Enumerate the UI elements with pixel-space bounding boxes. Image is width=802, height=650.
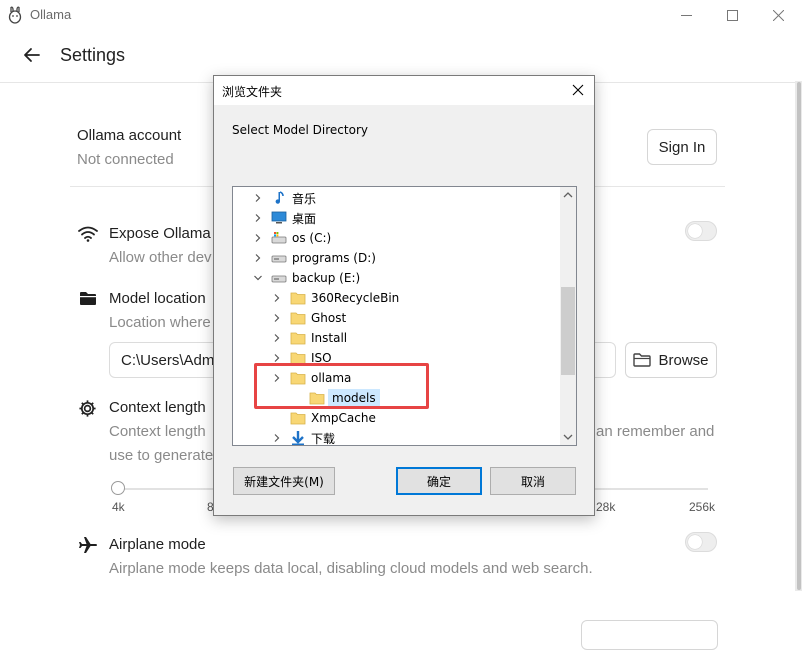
chevron-right-icon[interactable] bbox=[272, 293, 282, 303]
scroll-up-icon[interactable] bbox=[563, 191, 573, 199]
chevron-right-icon[interactable] bbox=[272, 333, 282, 343]
context-length-description-1: Context length bbox=[109, 423, 206, 440]
account-status: Not connected bbox=[77, 151, 174, 168]
bottom-button-partial[interactable] bbox=[581, 620, 718, 650]
tree-item[interactable]: XmpCache bbox=[272, 408, 376, 428]
tree-item[interactable]: 360RecycleBin bbox=[272, 288, 399, 308]
tree-item[interactable]: 音乐 bbox=[253, 188, 316, 208]
folder-icon bbox=[290, 312, 306, 325]
chevron-right-icon[interactable] bbox=[272, 433, 282, 443]
context-length-description-right: an remember and bbox=[596, 423, 715, 440]
ok-button[interactable]: 确定 bbox=[396, 467, 482, 495]
tree-spacer bbox=[272, 413, 282, 423]
desktop-icon bbox=[271, 211, 287, 224]
app-title: Ollama bbox=[30, 7, 72, 22]
folder-icon bbox=[633, 353, 652, 367]
model-location-title: Model location bbox=[109, 290, 206, 307]
close-icon bbox=[772, 9, 784, 21]
chevron-right-icon[interactable] bbox=[272, 313, 282, 323]
tree-item-label: Install bbox=[311, 331, 348, 345]
annotation-highlight-box bbox=[254, 363, 429, 409]
tree-item-label: Ghost bbox=[311, 311, 347, 325]
wifi-icon bbox=[78, 226, 98, 242]
chevron-right-icon[interactable] bbox=[253, 213, 263, 223]
tree-item[interactable]: 桌面 bbox=[253, 208, 316, 228]
maximize-button[interactable] bbox=[709, 0, 755, 30]
dialog-titlebar: 浏览文件夹 bbox=[214, 76, 594, 105]
tree-item-label: programs (D:) bbox=[292, 251, 376, 265]
tree-item-label: 桌面 bbox=[292, 211, 317, 226]
airplane-mode-toggle[interactable] bbox=[685, 532, 717, 552]
context-length-description-2: use to generate bbox=[109, 447, 214, 464]
tree-item[interactable]: backup (E:) bbox=[253, 268, 360, 288]
cancel-button[interactable]: 取消 bbox=[490, 467, 576, 495]
ollama-logo-icon bbox=[8, 6, 22, 24]
minimize-icon bbox=[680, 14, 692, 16]
browse-label: Browse bbox=[658, 351, 709, 369]
maximize-icon bbox=[726, 9, 738, 21]
system-drive-icon bbox=[271, 232, 287, 244]
tree-item-label: XmpCache bbox=[311, 411, 376, 425]
context-length-title: Context length bbox=[109, 399, 206, 416]
slider-tick-label: 256k bbox=[689, 500, 716, 514]
tree-scrollbar-thumb[interactable] bbox=[561, 287, 575, 375]
context-length-slider-thumb[interactable] bbox=[111, 481, 125, 495]
folder-icon bbox=[290, 292, 306, 305]
expose-description: Allow other dev bbox=[109, 249, 212, 266]
browse-folder-dialog: 浏览文件夹 Select Model Directory 音乐桌面 os (C:)… bbox=[213, 75, 595, 516]
page-title: Settings bbox=[60, 45, 126, 65]
back-arrow-icon[interactable] bbox=[22, 45, 42, 65]
dialog-description: Select Model Directory bbox=[232, 123, 368, 137]
tree-item[interactable]: Install bbox=[272, 328, 347, 348]
chevron-right-icon[interactable] bbox=[253, 233, 263, 243]
chevron-down-icon[interactable] bbox=[253, 273, 263, 283]
expose-toggle[interactable] bbox=[685, 221, 717, 241]
airplane-icon bbox=[79, 537, 97, 553]
airplane-mode-title: Airplane mode bbox=[109, 536, 206, 553]
slider-tick-label: 4k bbox=[112, 500, 125, 514]
window-titlebar: Ollama bbox=[0, 0, 802, 30]
music-note-icon bbox=[275, 191, 284, 204]
chevron-right-icon[interactable] bbox=[253, 253, 263, 263]
gear-icon bbox=[79, 400, 96, 417]
new-folder-button[interactable]: 新建文件夹(M) bbox=[233, 467, 335, 495]
tree-item[interactable]: os (C:) bbox=[253, 228, 331, 248]
close-icon[interactable] bbox=[570, 82, 586, 98]
download-arrow-icon bbox=[292, 431, 304, 445]
chevron-right-icon[interactable] bbox=[272, 353, 282, 363]
account-title: Ollama account bbox=[77, 127, 182, 144]
tree-item-label: os (C:) bbox=[292, 231, 332, 245]
tree-item[interactable]: programs (D:) bbox=[253, 248, 376, 268]
browse-button[interactable]: Browse bbox=[625, 342, 717, 378]
chevron-right-icon[interactable] bbox=[253, 193, 263, 203]
tree-item-label: 360RecycleBin bbox=[311, 291, 400, 305]
scroll-down-icon[interactable] bbox=[563, 433, 573, 441]
sign-in-button[interactable]: Sign In bbox=[647, 129, 717, 165]
folder-icon bbox=[290, 412, 306, 425]
tree-item[interactable]: 下载 bbox=[272, 428, 336, 446]
page-scrollbar-thumb[interactable] bbox=[797, 82, 801, 590]
dialog-title: 浏览文件夹 bbox=[222, 85, 283, 99]
drive-icon bbox=[271, 255, 287, 263]
tree-item-label: backup (E:) bbox=[292, 271, 361, 285]
folder-icon bbox=[80, 292, 96, 305]
folder-icon bbox=[290, 332, 306, 345]
airplane-mode-description: Airplane mode keeps data local, disablin… bbox=[109, 560, 593, 577]
slider-tick-label: 28k bbox=[596, 500, 616, 514]
close-window-button[interactable] bbox=[755, 0, 801, 30]
expose-title: Expose Ollama t bbox=[109, 225, 220, 242]
tree-item-label: 下载 bbox=[311, 431, 336, 446]
tree-item[interactable]: Ghost bbox=[272, 308, 346, 328]
minimize-button[interactable] bbox=[663, 0, 709, 30]
drive-icon bbox=[271, 275, 287, 283]
model-location-description: Location where bbox=[109, 314, 211, 331]
tree-item-label: 音乐 bbox=[292, 191, 317, 206]
